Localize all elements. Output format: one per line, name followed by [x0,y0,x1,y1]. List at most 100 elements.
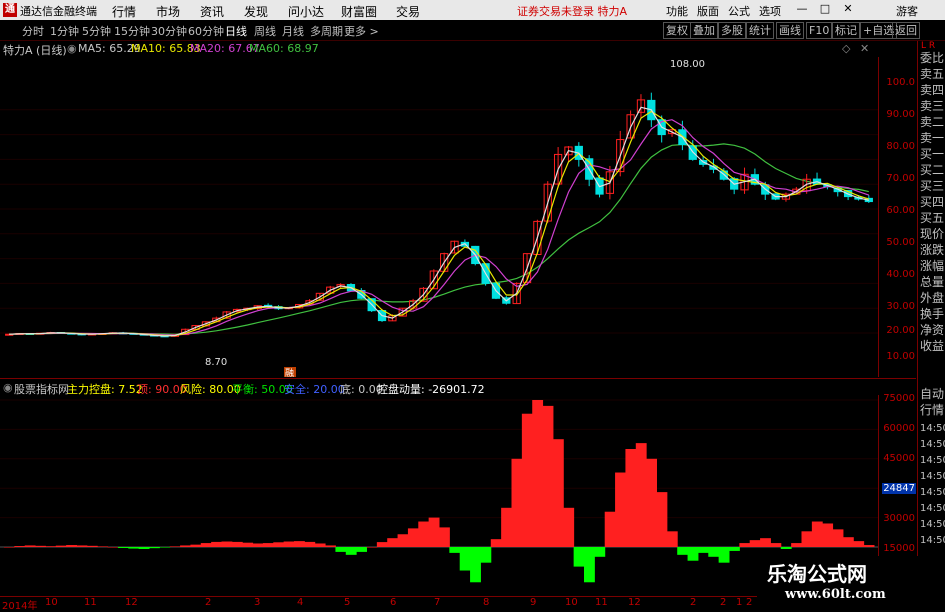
high-price-annotation: 108.00 [670,59,705,70]
quote-item[interactable]: 买二 [920,161,944,178]
settings-icon[interactable]: ◉ [67,42,77,55]
quote-item[interactable]: 卖一 [920,129,944,146]
momentum-bar-negative [780,547,792,549]
date-tick: 12 [125,597,138,608]
period-1min[interactable]: 1分钟 [50,23,79,39]
momentum-bar-positive [325,545,336,547]
period-monthly[interactable]: 月线 [282,23,304,39]
momentum-bar-negative [335,547,347,552]
quote-item[interactable]: 买三 [920,177,944,194]
momentum-bar-negative [480,547,492,563]
momentum-bar-negative [117,547,129,548]
indicator-title-line: ◉ 股票指标网 主力控盘: 7.52 顶: 90.00 风险: 80.00 平衡… [0,380,880,396]
period-30min[interactable]: 30分钟 [151,23,187,39]
momentum-bar-negative [138,547,150,549]
site-watermark: 乐淘公式网 www.60lt.com [757,556,945,609]
low-price-annotation: 8.70 [205,357,227,368]
tool-stats[interactable]: 统计 [746,22,774,39]
tool-adjust[interactable]: 复权 [663,22,691,39]
tool-mark[interactable]: 标记 [832,22,860,39]
menu-trade[interactable]: 交易 [396,3,420,20]
maximize-icon[interactable]: □ [818,2,832,16]
period-daily[interactable]: 日线 [225,23,247,39]
price-tick: 90.00 [886,109,915,120]
price-chart[interactable]: 108.00 8.70 融 [0,57,878,377]
menu-market-quotes[interactable]: 行情 [112,3,136,20]
date-tick: 3 [254,597,261,608]
quote-item[interactable]: 总量 [920,273,944,290]
momentum-tick: 60000 [883,423,915,434]
quote-item[interactable]: 现价 [920,225,944,242]
momentum-bar-negative [149,547,160,549]
momentum-bar-positive [552,439,564,547]
close-icon[interactable]: ✕ [841,2,855,16]
menu-discover[interactable]: 发现 [244,3,268,20]
momentum-bar-positive [314,543,326,547]
period-5min[interactable]: 5分钟 [82,23,111,39]
quote-item[interactable]: 净资 [920,321,944,338]
menu-formula[interactable]: 公式 [728,3,750,19]
menu-ask-xiaoda[interactable]: 问小达 [288,3,324,20]
ma5-line [9,106,869,337]
date-tick: 2 [690,597,697,608]
menu-layout[interactable]: 版面 [697,3,719,19]
tool-draw[interactable]: 画线 [776,22,804,39]
ma10-line [9,110,869,337]
quote-item[interactable]: 买五 [920,209,944,226]
quote-item[interactable]: 外盘 [920,289,944,306]
momentum-bar-positive [55,545,67,547]
quote-item[interactable]: 收益 [920,337,944,354]
period-15min[interactable]: 15分钟 [114,23,150,39]
period-tick[interactable]: 分时 [22,23,44,39]
menu-market[interactable]: 市场 [156,3,180,20]
menu-functions[interactable]: 功能 [666,3,688,19]
quote-item[interactable]: 换手 [920,305,944,322]
period-60min[interactable]: 60分钟 [188,23,224,39]
quote-item[interactable]: 卖四 [920,81,944,98]
tool-f10[interactable]: F10 [806,22,833,39]
trade-login-notice[interactable]: 证券交易未登录 特力A [517,3,627,19]
momentum-bar-positive [97,546,109,547]
quote-item[interactable]: 委比 [920,49,944,66]
period-multi[interactable]: 多周期 [310,23,343,39]
ma20-line [9,119,869,336]
quote-item[interactable]: 卖五 [920,65,944,82]
collapse-icon[interactable]: ◇ [842,42,850,55]
momentum-bar-positive [563,507,575,547]
indicator-settings-icon[interactable]: ◉ [3,381,13,394]
quote-item[interactable]: 卖三 [920,97,944,114]
menu-news[interactable]: 资讯 [200,3,224,20]
momentum-bar-positive [801,531,813,547]
momentum-bar-positive [24,545,36,547]
momentum-bar-positive [418,521,430,547]
minimize-icon[interactable]: — [795,2,809,16]
menu-options[interactable]: 选项 [759,3,781,19]
tool-back[interactable]: 返回 [892,22,920,39]
pane-divider[interactable] [0,378,916,379]
date-tick: 2 [746,597,753,608]
guest-user[interactable]: 游客 [896,3,918,19]
quote-item[interactable]: 买一 [920,145,944,162]
ma60-line [9,143,869,335]
menu-wealth-circle[interactable]: 财富圈 [341,3,377,20]
quote-item[interactable]: 卖二 [920,113,944,130]
quote-item[interactable]: 买四 [920,193,944,210]
quote-item[interactable]: 涨跌 [920,241,944,258]
quotes-tab[interactable]: 行情 [920,401,944,418]
momentum-chart[interactable] [0,395,878,595]
date-tick: 4 [297,597,304,608]
momentum-bar-positive [615,472,626,547]
momentum-bar-negative [584,547,595,583]
momentum-bar-positive [666,531,678,547]
chart-close-icon[interactable]: ✕ [860,42,869,55]
tool-multi-stock[interactable]: 多股 [718,22,746,39]
quote-item[interactable]: 涨幅 [920,257,944,274]
date-tick: 11 [84,597,97,608]
period-weekly[interactable]: 周线 [254,23,276,39]
auto-tab[interactable]: 自动 [920,385,944,402]
momentum-tick: 45000 [883,453,915,464]
date-tick: 10 [565,597,578,608]
tool-overlay[interactable]: 叠加 [690,22,718,39]
period-more[interactable]: 更多 > [344,23,379,39]
momentum-bar-positive [604,511,616,547]
